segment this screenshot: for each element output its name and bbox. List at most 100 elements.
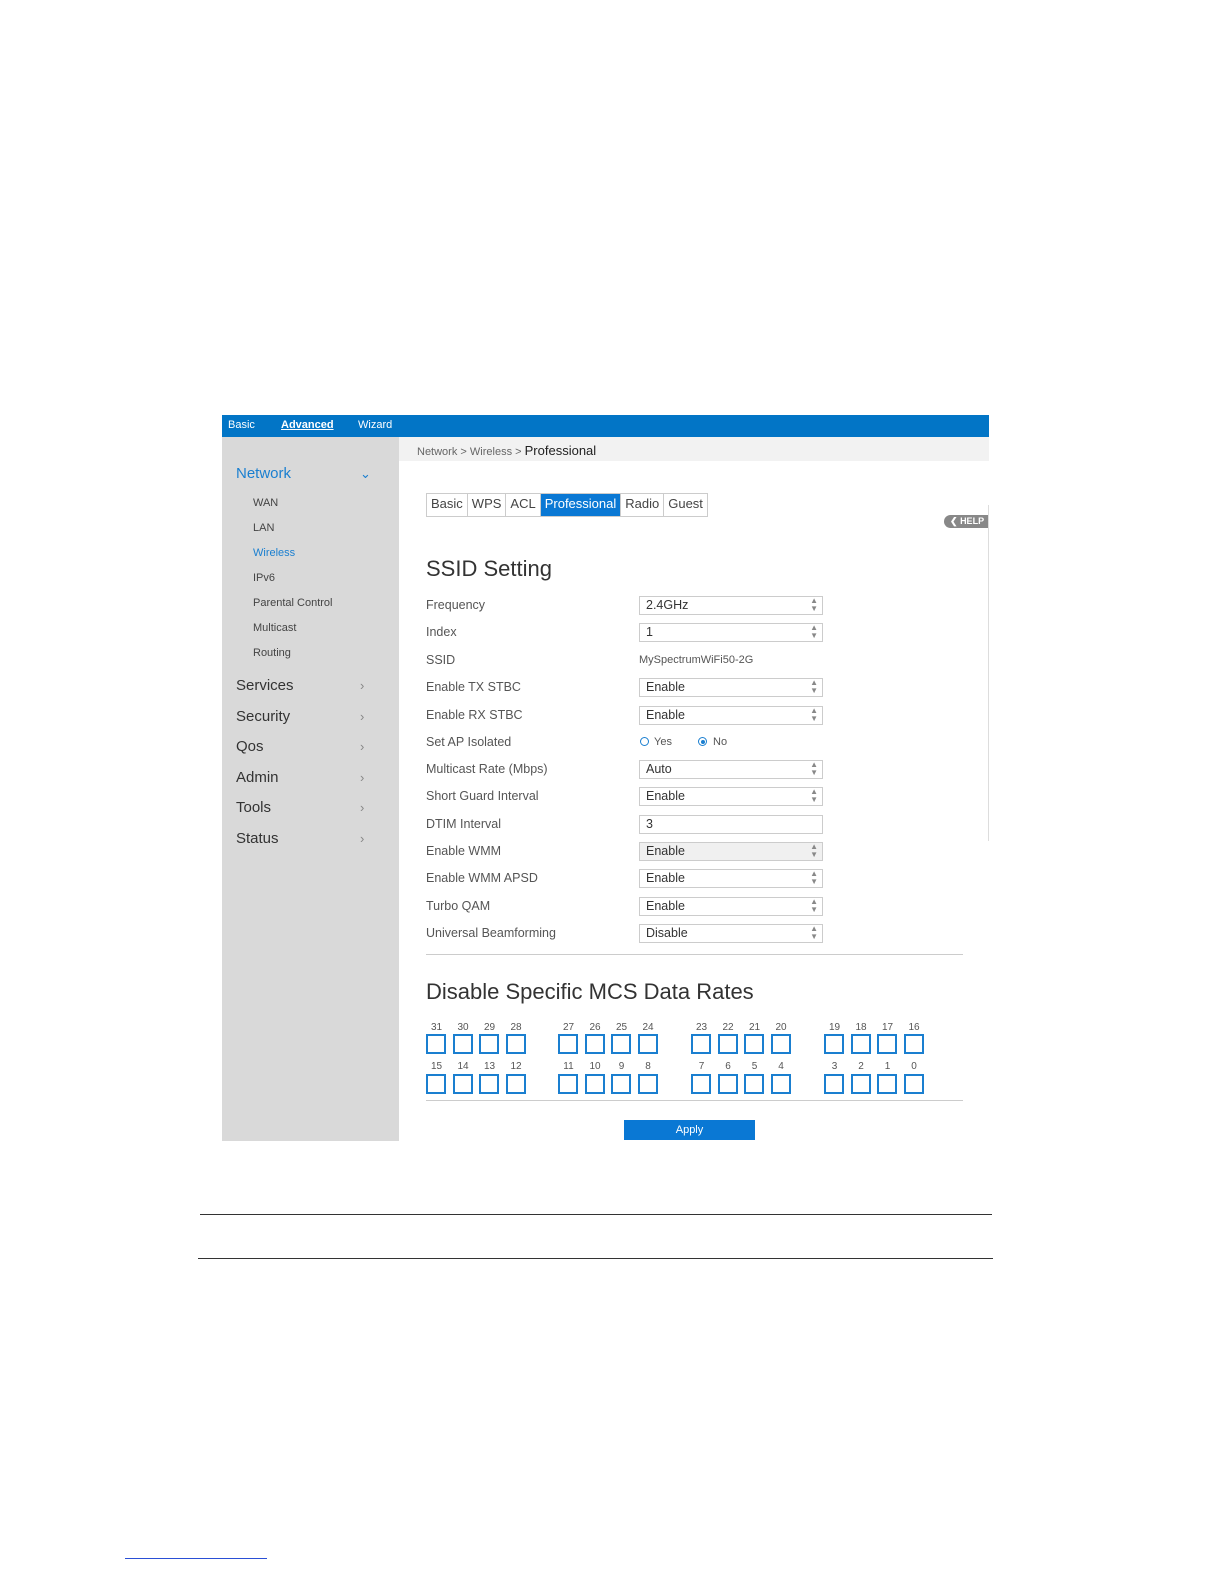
mcs-index-label: 12 bbox=[510, 1061, 522, 1072]
sidebar-item-ipv6[interactable]: IPv6 bbox=[253, 572, 275, 584]
enable-wmm-select[interactable]: Enable ▲ ▼ bbox=[639, 842, 823, 861]
nav-basic[interactable]: Basic bbox=[228, 419, 255, 431]
help-button[interactable]: ❮ HELP bbox=[944, 515, 989, 528]
chevron-right-icon[interactable]: › bbox=[360, 739, 364, 754]
chevron-right-icon[interactable]: › bbox=[360, 831, 364, 846]
mcs-checkbox[interactable] bbox=[744, 1074, 764, 1094]
dtim-interval-input[interactable]: 3 bbox=[639, 815, 823, 834]
beamforming-select[interactable]: Disable ▲ ▼ bbox=[639, 924, 823, 943]
chevron-right-icon[interactable]: › bbox=[360, 709, 364, 724]
mcs-checkbox[interactable] bbox=[558, 1034, 578, 1054]
mcs-checkbox[interactable] bbox=[744, 1034, 764, 1054]
short-guard-interval-select[interactable]: Enable ▲ ▼ bbox=[639, 787, 823, 806]
chevron-right-icon[interactable]: › bbox=[360, 678, 364, 693]
mcs-index-label: 18 bbox=[855, 1022, 867, 1033]
sidebar-item-tools[interactable]: Tools bbox=[236, 799, 271, 816]
document-rule bbox=[200, 1214, 992, 1215]
mcs-checkbox[interactable] bbox=[479, 1074, 499, 1094]
mcs-checkbox[interactable] bbox=[584, 1034, 605, 1054]
mcs-checkbox[interactable] bbox=[558, 1074, 578, 1094]
sidebar-item-status[interactable]: Status bbox=[236, 830, 279, 847]
mcs-index-label: 26 bbox=[589, 1022, 601, 1033]
sidebar-item-security[interactable]: Security bbox=[236, 708, 290, 725]
mcs-checkbox[interactable] bbox=[850, 1074, 871, 1094]
tab-acl[interactable]: ACL bbox=[506, 494, 541, 516]
mcs-checkbox[interactable] bbox=[770, 1034, 791, 1054]
ssid-value: MySpectrumWiFi50-2G bbox=[639, 654, 754, 666]
sidebar-item-lan[interactable]: LAN bbox=[253, 522, 274, 534]
mcs-checkbox[interactable] bbox=[584, 1074, 605, 1094]
document-rule bbox=[198, 1258, 993, 1259]
mcs-checkbox[interactable] bbox=[691, 1074, 711, 1094]
chevron-left-icon: ❮ bbox=[950, 516, 958, 526]
sidebar-item-qos[interactable]: Qos bbox=[236, 738, 264, 755]
tab-professional[interactable]: Professional bbox=[540, 494, 622, 516]
rx-stbc-select[interactable]: Enable ▲ ▼ bbox=[639, 706, 823, 725]
sidebar-item-routing[interactable]: Routing bbox=[253, 647, 291, 659]
index-select[interactable]: 1 ▲ ▼ bbox=[639, 623, 823, 642]
mcs-index-label: 13 bbox=[483, 1061, 496, 1072]
sidebar: Network ⌄ WAN LAN Wireless IPv6 Parental… bbox=[222, 437, 399, 1141]
mcs-checkbox[interactable] bbox=[611, 1074, 631, 1094]
breadcrumb-network[interactable]: Network bbox=[417, 446, 457, 458]
mcs-checkbox[interactable] bbox=[717, 1074, 738, 1094]
mcs-checkbox[interactable] bbox=[850, 1034, 871, 1054]
mcs-checkbox[interactable] bbox=[877, 1034, 897, 1054]
mcs-index-label: 1 bbox=[884, 1061, 891, 1072]
tab-radio[interactable]: Radio bbox=[621, 494, 665, 516]
chevron-right-icon[interactable]: › bbox=[360, 770, 364, 785]
select-arrows-icon: ▲ ▼ bbox=[810, 706, 818, 723]
mcs-checkbox[interactable] bbox=[691, 1034, 711, 1054]
chevron-down-icon[interactable]: ⌄ bbox=[360, 466, 371, 482]
sidebar-item-admin[interactable]: Admin bbox=[236, 769, 279, 786]
mcs-checkbox[interactable] bbox=[877, 1074, 897, 1094]
mcs-checkbox[interactable] bbox=[824, 1034, 844, 1054]
mcs-index-label: 20 bbox=[775, 1022, 787, 1033]
turbo-qam-select[interactable]: Enable ▲ ▼ bbox=[639, 897, 823, 916]
mcs-checkbox[interactable] bbox=[426, 1074, 446, 1094]
sidebar-item-parental-control[interactable]: Parental Control bbox=[253, 597, 333, 609]
wmm-apsd-select[interactable]: Enable ▲ ▼ bbox=[639, 869, 823, 888]
sidebar-item-wan[interactable]: WAN bbox=[253, 497, 278, 509]
tx-stbc-select[interactable]: Enable ▲ ▼ bbox=[639, 678, 823, 697]
mcs-checkbox[interactable] bbox=[717, 1034, 738, 1054]
mcs-checkbox[interactable] bbox=[903, 1074, 924, 1094]
mcs-checkbox[interactable] bbox=[637, 1074, 658, 1094]
multicast-rate-select[interactable]: Auto ▲ ▼ bbox=[639, 760, 823, 779]
tab-basic[interactable]: Basic bbox=[427, 494, 468, 516]
select-arrows-icon: ▲ ▼ bbox=[810, 760, 818, 777]
mcs-checkbox[interactable] bbox=[452, 1074, 473, 1094]
breadcrumb-wireless[interactable]: Wireless bbox=[470, 446, 512, 458]
tab-wps[interactable]: WPS bbox=[468, 494, 507, 516]
ssid-label: SSID bbox=[426, 653, 456, 667]
mcs-checkbox[interactable] bbox=[903, 1034, 924, 1054]
mcs-checkbox[interactable] bbox=[426, 1034, 446, 1054]
mcs-checkbox[interactable] bbox=[637, 1034, 658, 1054]
select-arrows-icon: ▲ ▼ bbox=[810, 842, 818, 859]
mcs-checkbox[interactable] bbox=[452, 1034, 473, 1054]
mcs-checkbox[interactable] bbox=[505, 1034, 526, 1054]
select-arrows-icon: ▲ ▼ bbox=[810, 596, 818, 613]
breadcrumb-current: Professional bbox=[524, 443, 597, 458]
nav-advanced[interactable]: Advanced bbox=[281, 419, 334, 431]
mcs-checkbox[interactable] bbox=[824, 1074, 844, 1094]
frequency-select[interactable]: 2.4GHz ▲ ▼ bbox=[639, 596, 823, 615]
sidebar-item-multicast[interactable]: Multicast bbox=[253, 622, 296, 634]
mcs-checkbox[interactable] bbox=[770, 1074, 791, 1094]
apply-button[interactable]: Apply bbox=[624, 1120, 755, 1140]
ap-isolated-yes-radio[interactable] bbox=[640, 737, 649, 746]
ap-isolated-no-radio[interactable] bbox=[698, 737, 707, 746]
mcs-checkbox[interactable] bbox=[479, 1034, 499, 1054]
mcs-index-label: 23 bbox=[695, 1022, 708, 1033]
chevron-right-icon[interactable]: › bbox=[360, 800, 364, 815]
nav-wizard[interactable]: Wizard bbox=[358, 419, 392, 431]
tab-guest[interactable]: Guest bbox=[664, 494, 707, 516]
sidebar-item-wireless[interactable]: Wireless bbox=[253, 547, 295, 559]
mcs-checkbox[interactable] bbox=[611, 1034, 631, 1054]
mcs-heading: Disable Specific MCS Data Rates bbox=[426, 979, 754, 1004]
breadcrumb-separator: > bbox=[515, 446, 522, 458]
sidebar-item-network[interactable]: Network bbox=[236, 465, 291, 482]
ssid-setting-heading: SSID Setting bbox=[426, 556, 552, 581]
sidebar-item-services[interactable]: Services bbox=[236, 677, 294, 694]
mcs-checkbox[interactable] bbox=[505, 1074, 526, 1094]
